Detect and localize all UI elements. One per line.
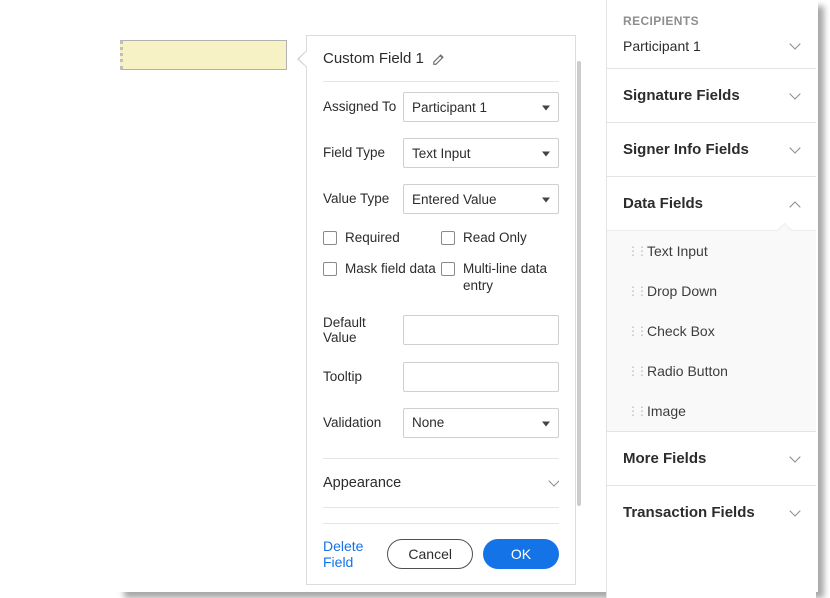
field-properties-popover: Custom Field 1 Assigned To Participant 1… <box>306 35 576 585</box>
data-field-item-image[interactable]: Image <box>607 391 816 431</box>
field-type-label: Field Type <box>323 145 397 161</box>
more-fields-toggle[interactable]: More Fields <box>607 432 816 485</box>
data-fields-section: Data Fields Text Input Drop Down Check B… <box>607 177 816 432</box>
chevron-down-icon <box>549 478 559 488</box>
value-type-select[interactable]: Entered Value <box>403 184 559 214</box>
more-fields-section: More Fields <box>607 432 816 486</box>
checkbox-icon <box>441 231 455 245</box>
more-fields-label: More Fields <box>623 450 706 467</box>
popover-title-row: Custom Field 1 <box>323 50 559 82</box>
options-checks: Required Read Only Mask field data Multi… <box>323 230 559 309</box>
value-type-select-wrap: Entered Value <box>403 184 559 214</box>
data-field-item-radio-button[interactable]: Radio Button <box>607 351 816 391</box>
custom-field-chip[interactable] <box>120 40 287 70</box>
appearance-label: Appearance <box>323 475 401 491</box>
tooltip-label: Tooltip <box>323 369 397 385</box>
multiline-checkbox[interactable]: Multi-line data entry <box>441 261 559 295</box>
chevron-down-icon <box>790 508 800 518</box>
popover-content: Assigned To Participant 1 Field Type Tex… <box>323 82 559 523</box>
default-value-label: Default Value <box>323 315 397 346</box>
recipients-heading: RECIPIENTS <box>607 0 816 34</box>
value-type-row: Value Type Entered Value <box>323 184 559 214</box>
signer-info-toggle[interactable]: Signer Info Fields <box>607 123 816 176</box>
data-field-item-drop-down[interactable]: Drop Down <box>607 271 816 311</box>
multiline-label: Multi-line data entry <box>463 261 559 295</box>
default-value-input[interactable] <box>403 315 559 345</box>
checkbox-icon <box>323 262 337 276</box>
signer-info-label: Signer Info Fields <box>623 141 749 158</box>
ok-button[interactable]: OK <box>483 539 559 569</box>
checkbox-icon <box>323 231 337 245</box>
field-type-select[interactable]: Text Input <box>403 138 559 168</box>
signer-info-section: Signer Info Fields <box>607 123 816 177</box>
popover-footer: Delete Field Cancel OK <box>323 523 559 570</box>
pencil-icon[interactable] <box>432 52 446 66</box>
data-field-item-text-input[interactable]: Text Input <box>607 231 816 271</box>
tooltip-input[interactable] <box>403 362 559 392</box>
chevron-up-icon <box>790 199 800 209</box>
data-field-item-check-box[interactable]: Check Box <box>607 311 816 351</box>
checkbox-icon <box>441 262 455 276</box>
validation-select[interactable]: None <box>403 408 559 438</box>
validation-select-wrap: None <box>403 408 559 438</box>
required-label: Required <box>345 230 400 247</box>
popover-title: Custom Field 1 <box>323 50 424 67</box>
popover-scrollbar[interactable] <box>577 61 581 506</box>
assigned-to-select-wrap: Participant 1 <box>403 92 559 122</box>
chevron-down-icon <box>790 91 800 101</box>
field-type-row: Field Type Text Input <box>323 138 559 168</box>
chevron-down-icon <box>790 41 800 51</box>
mask-checkbox[interactable]: Mask field data <box>323 261 441 295</box>
data-fields-list: Text Input Drop Down Check Box Radio But… <box>607 230 816 431</box>
recipient-value: Participant 1 <box>623 38 701 54</box>
data-fields-label: Data Fields <box>623 195 703 212</box>
app-stage: Custom Field 1 Assigned To Participant 1… <box>0 0 830 598</box>
transaction-fields-toggle[interactable]: Transaction Fields <box>607 486 816 539</box>
recipients-section: RECIPIENTS Participant 1 <box>607 0 816 69</box>
validation-label: Validation <box>323 415 397 431</box>
signature-fields-label: Signature Fields <box>623 87 740 104</box>
default-value-row: Default Value <box>323 315 559 346</box>
tools-section-toggle[interactable]: Tools <box>323 507 559 523</box>
value-type-label: Value Type <box>323 191 397 207</box>
signature-fields-toggle[interactable]: Signature Fields <box>607 69 816 122</box>
mask-label: Mask field data <box>345 261 436 278</box>
tooltip-row: Tooltip <box>323 362 559 392</box>
assigned-to-row: Assigned To Participant 1 <box>323 92 559 122</box>
field-type-select-wrap: Text Input <box>403 138 559 168</box>
delete-field-link[interactable]: Delete Field <box>323 538 377 570</box>
validation-row: Validation None <box>323 408 559 438</box>
signature-fields-section: Signature Fields <box>607 69 816 123</box>
assigned-to-label: Assigned To <box>323 99 397 115</box>
right-sidebar: RECIPIENTS Participant 1 Signature Field… <box>606 0 816 598</box>
readonly-checkbox[interactable]: Read Only <box>441 230 559 247</box>
readonly-label: Read Only <box>463 230 527 247</box>
recipients-dropdown[interactable]: Participant 1 <box>607 34 816 68</box>
transaction-fields-label: Transaction Fields <box>623 504 755 521</box>
cancel-button[interactable]: Cancel <box>387 539 473 569</box>
chevron-down-icon <box>790 454 800 464</box>
assigned-to-select[interactable]: Participant 1 <box>403 92 559 122</box>
transaction-fields-section: Transaction Fields <box>607 486 816 539</box>
required-checkbox[interactable]: Required <box>323 230 441 247</box>
chevron-down-icon <box>790 145 800 155</box>
appearance-section-toggle[interactable]: Appearance <box>323 458 559 507</box>
